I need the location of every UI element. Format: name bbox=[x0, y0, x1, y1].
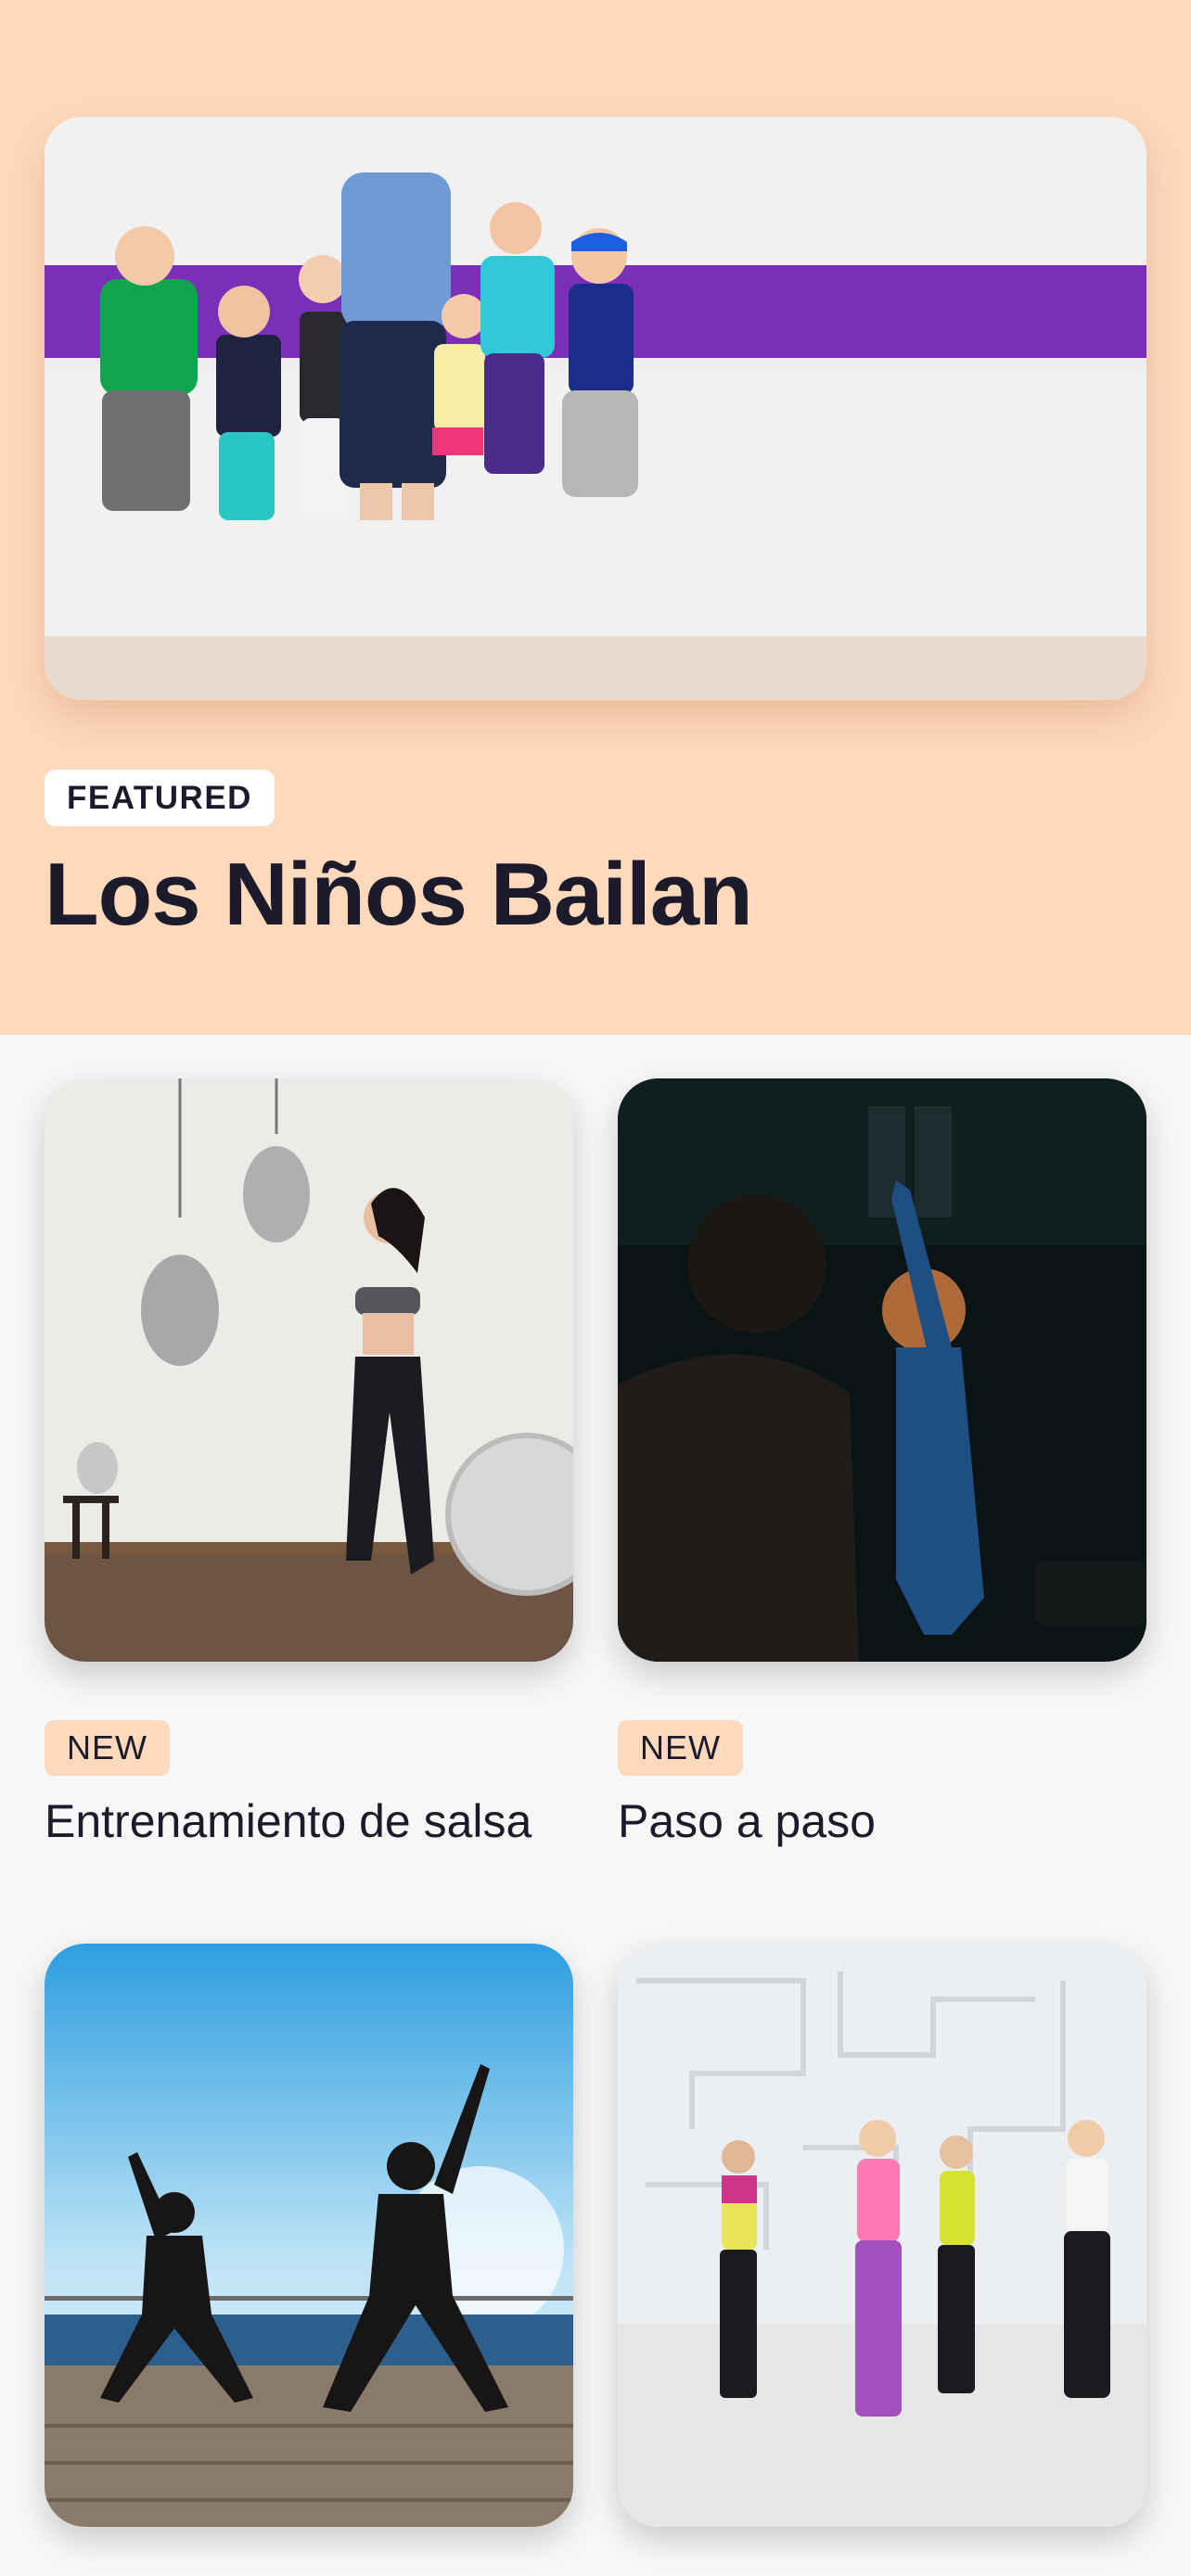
featured-section: FEATURED Los Niños Bailan bbox=[0, 0, 1191, 1035]
belly-dancer-photo bbox=[45, 1078, 573, 1662]
class-card-beach[interactable] bbox=[45, 1944, 573, 2527]
card-image[interactable] bbox=[618, 1078, 1146, 1662]
card-image[interactable] bbox=[45, 1944, 573, 2527]
new-badge: NEW bbox=[618, 1720, 743, 1776]
dark-studio-dancers-photo bbox=[618, 1078, 1146, 1662]
class-card-paso-a-paso[interactable]: NEW Paso a paso bbox=[618, 1078, 1146, 1847]
class-card-salsa[interactable]: NEW Entrenamiento de salsa bbox=[45, 1078, 573, 1847]
card-image[interactable] bbox=[45, 1078, 573, 1662]
new-badge: NEW bbox=[45, 1720, 170, 1776]
featured-badge: FEATURED bbox=[45, 770, 275, 826]
featured-photo bbox=[45, 117, 1146, 700]
featured-image[interactable] bbox=[45, 117, 1146, 700]
card-image[interactable] bbox=[618, 1944, 1146, 2527]
beach-dance-workout-photo bbox=[45, 1944, 573, 2527]
card-title[interactable]: Paso a paso bbox=[618, 1792, 876, 1850]
class-card-studio[interactable] bbox=[618, 1944, 1146, 2527]
card-title[interactable]: Entrenamiento de salsa bbox=[45, 1792, 531, 1850]
featured-title[interactable]: Los Niños Bailan bbox=[45, 839, 753, 950]
studio-zumba-class-photo bbox=[618, 1944, 1146, 2527]
